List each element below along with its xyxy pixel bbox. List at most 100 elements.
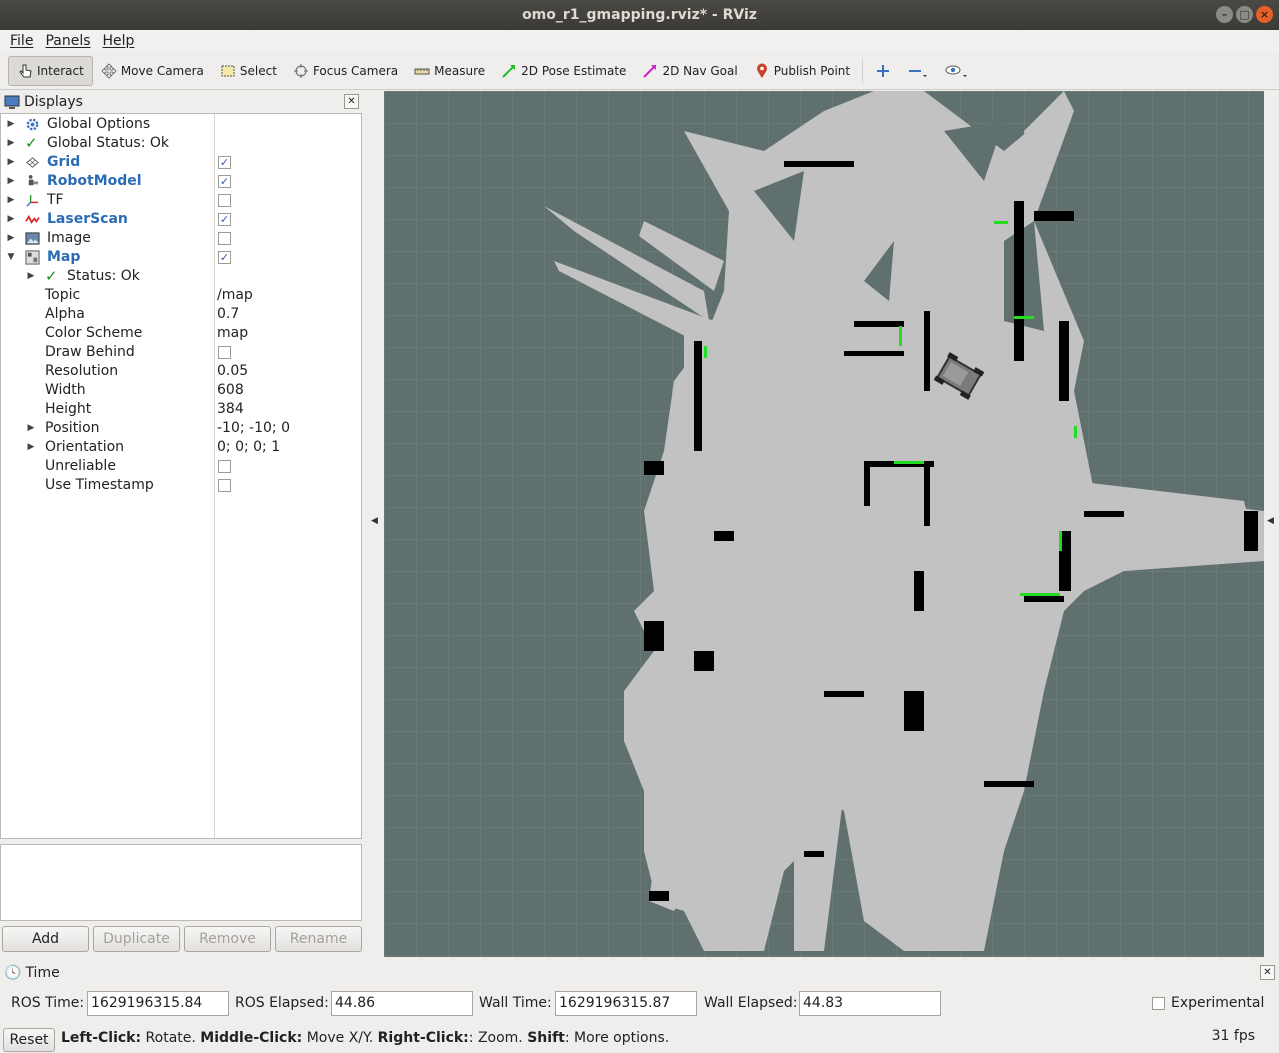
wall-time-field[interactable]: 1629196315.87 [555, 991, 697, 1016]
right-splitter[interactable]: ◀ [1264, 91, 1279, 957]
map-draw-behind-row[interactable]: Draw Behind [1, 343, 361, 362]
fps-counter: 31 fps [1211, 1028, 1255, 1044]
expand-arrow-icon[interactable]: ▶ [26, 267, 36, 286]
map-unreliable-row[interactable]: Unreliable [1, 457, 361, 476]
menu-panels[interactable]: Panels [39, 30, 96, 52]
tree-item-image[interactable]: ▶ Image [1, 229, 361, 248]
nav-goal-tool-button[interactable]: 2D Nav Goal [634, 56, 745, 86]
tf-enabled-checkbox[interactable] [218, 194, 231, 207]
window-titlebar: omo_r1_gmapping.rviz* - RViz – □ × [0, 0, 1279, 30]
map-topic-row[interactable]: Topic /map [1, 286, 361, 305]
tree-item-label: LaserScan [47, 211, 128, 227]
map-resolution-row[interactable]: Resolution 0.05 [1, 362, 361, 381]
close-icon[interactable]: × [1256, 6, 1273, 23]
add-display-button[interactable]: Add [2, 926, 89, 952]
tree-item-robotmodel[interactable]: ▶ RobotModel ✓ [1, 172, 361, 191]
map-use-timestamp-row[interactable]: Use Timestamp [1, 476, 361, 495]
laserscan-enabled-checkbox[interactable]: ✓ [218, 213, 231, 226]
image-enabled-checkbox[interactable] [218, 232, 231, 245]
tree-item-global-status[interactable]: ▶ ✓ Global Status: Ok [1, 134, 361, 153]
map-status-row[interactable]: ▶ ✓ Status: Ok [1, 267, 361, 286]
map-color-scheme-row[interactable]: Color Scheme map [1, 324, 361, 343]
collapse-arrow-icon[interactable]: ▼ [6, 248, 16, 267]
collapse-right-icon[interactable]: ◀ [1267, 516, 1274, 526]
menu-help[interactable]: Help [97, 30, 141, 52]
hint-key: Right-Click: [377, 1030, 469, 1046]
expand-arrow-icon[interactable]: ▶ [6, 191, 16, 210]
expand-arrow-icon[interactable]: ▶ [6, 115, 16, 134]
pose-estimate-tool-button[interactable]: 2D Pose Estimate [493, 56, 634, 86]
tree-item-map[interactable]: ▼ Map ✓ [1, 248, 361, 267]
measure-tool-button[interactable]: Measure [406, 56, 493, 86]
map-orientation-value: 0; 0; 0; 1 [217, 439, 281, 455]
expand-arrow-icon[interactable]: ▶ [6, 153, 16, 172]
left-splitter[interactable]: ◀ [363, 91, 384, 957]
map-enabled-checkbox[interactable]: ✓ [218, 251, 231, 264]
render-viewport[interactable] [384, 91, 1264, 957]
add-tool-button[interactable] [867, 56, 899, 86]
map-width-row[interactable]: Width 608 [1, 381, 361, 400]
magenta-arrow-icon [643, 64, 657, 78]
draw-behind-checkbox[interactable] [218, 346, 231, 359]
map-position-row[interactable]: ▶ Position -10; -10; 0 [1, 419, 361, 438]
grid-icon [26, 157, 39, 168]
green-arrow-icon [502, 64, 516, 78]
displays-buttons: Add Duplicate Remove Rename [0, 926, 363, 954]
hint-key: Shift [527, 1030, 565, 1046]
map-resolution-value: 0.05 [217, 363, 249, 379]
tool-visibility-button[interactable] [937, 56, 977, 86]
publish-point-tool-button[interactable]: Publish Point [746, 56, 858, 86]
use-timestamp-checkbox[interactable] [218, 479, 231, 492]
remove-tool-button[interactable] [899, 56, 937, 86]
tree-item-grid[interactable]: ▶ Grid ✓ [1, 153, 361, 172]
tree-item-label: Global Options [47, 116, 151, 132]
expand-arrow-icon[interactable]: ▶ [6, 134, 16, 153]
property-label: Topic [45, 287, 81, 303]
expand-arrow-icon[interactable]: ▶ [6, 229, 16, 248]
map-alpha-row[interactable]: Alpha 0.7 [1, 305, 361, 324]
focus-camera-tool-button[interactable]: Focus Camera [285, 56, 406, 86]
hint-key: Left-Click: [61, 1030, 142, 1046]
close-icon[interactable]: ✕ [1260, 965, 1275, 980]
tree-item-tf[interactable]: ▶ TF [1, 191, 361, 210]
menu-file[interactable]: File [4, 30, 39, 52]
expand-arrow-icon[interactable]: ▶ [26, 419, 36, 438]
experimental-checkbox[interactable] [1152, 997, 1165, 1010]
unreliable-checkbox[interactable] [218, 460, 231, 473]
ros-elapsed-field[interactable]: 44.86 [331, 991, 473, 1016]
map-pin-icon [756, 63, 767, 78]
select-tool-button[interactable]: Select [212, 56, 285, 86]
ros-time-field[interactable]: 1629196315.84 [87, 991, 229, 1016]
maximize-icon[interactable]: □ [1236, 6, 1253, 23]
grid-enabled-checkbox[interactable]: ✓ [218, 156, 231, 169]
check-icon: ✓ [25, 134, 38, 152]
collapse-left-icon[interactable]: ◀ [371, 516, 378, 526]
robot-icon [28, 174, 39, 186]
tree-item-laserscan[interactable]: ▶ LaserScan ✓ [1, 210, 361, 229]
plus-icon [877, 64, 890, 77]
map-icon [25, 250, 40, 265]
map-topic-value[interactable]: /map [217, 286, 253, 305]
duplicate-display-button[interactable]: Duplicate [93, 926, 180, 952]
wall-elapsed-field[interactable]: 44.83 [799, 991, 941, 1016]
interact-tool-button[interactable]: Interact [8, 55, 93, 86]
monitor-icon [4, 95, 20, 109]
expand-arrow-icon[interactable]: ▶ [6, 210, 16, 229]
remove-display-button[interactable]: Remove [184, 926, 271, 952]
map-orientation-row[interactable]: ▶ Orientation 0; 0; 0; 1 [1, 438, 361, 457]
rename-display-button[interactable]: Rename [275, 926, 362, 952]
image-icon [25, 232, 40, 245]
map-color-scheme-value[interactable]: map [217, 324, 248, 343]
reset-button[interactable]: Reset [3, 1028, 55, 1052]
close-icon[interactable]: ✕ [344, 94, 359, 109]
publish-point-label: Publish Point [773, 63, 851, 78]
map-alpha-value[interactable]: 0.7 [217, 305, 239, 324]
move-camera-tool-button[interactable]: Move Camera [93, 56, 212, 86]
expand-arrow-icon[interactable]: ▶ [26, 438, 36, 457]
expand-arrow-icon[interactable]: ▶ [6, 172, 16, 191]
map-status-label: Status: Ok [67, 268, 140, 284]
robotmodel-enabled-checkbox[interactable]: ✓ [218, 175, 231, 188]
map-height-row[interactable]: Height 384 [1, 400, 361, 419]
minimize-icon[interactable]: – [1216, 6, 1233, 23]
tree-item-global-options[interactable]: ▶ Global Options [1, 115, 361, 134]
